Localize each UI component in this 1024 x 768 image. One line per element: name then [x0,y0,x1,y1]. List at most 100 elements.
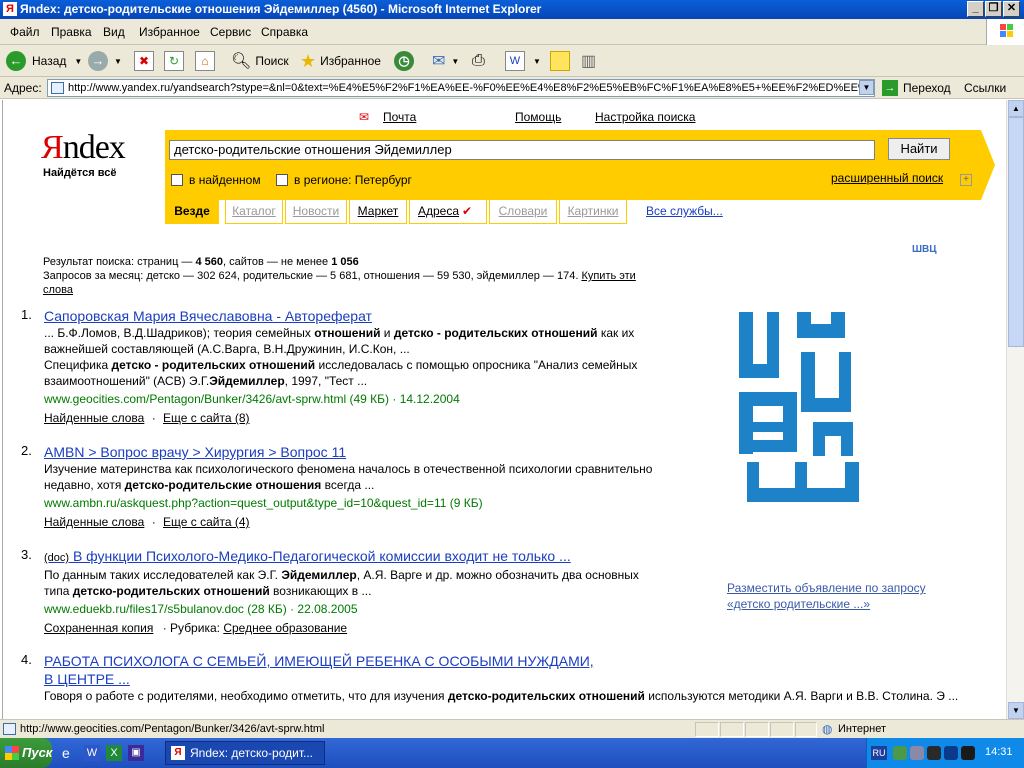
ad-icon: ШВЦ [912,244,937,255]
star-icon: ★ [300,50,317,71]
banner-image[interactable] [739,312,859,502]
doc-badge: (doc) [44,552,70,564]
find-button[interactable]: Найти [888,138,950,160]
found-words-link[interactable]: Найденные слова [44,515,144,529]
slogan: Найдётся всё [43,167,117,179]
print-button[interactable]: ⎙ [472,49,485,73]
result-snippet: Изучение материнства как психологическог… [44,462,653,492]
go-button[interactable]: Переход [903,81,951,95]
go-arrow-icon[interactable]: → [882,80,898,96]
links-button[interactable]: Ссылки [964,81,1006,95]
mail-link[interactable]: Почта [383,110,416,124]
scroll-thumb[interactable] [1008,117,1024,347]
yandex-logo[interactable]: Яndex [41,130,126,166]
maximize-button[interactable]: ❐ [985,1,1002,17]
found-words-link[interactable]: Найденные слова [44,411,144,425]
chevron-down-icon: ▼ [74,56,83,66]
in-found-checkbox[interactable] [171,174,183,186]
favorites-button[interactable]: ★ Избранное [300,49,381,73]
taskbar-ie-window[interactable]: Я Яndex: детско-родит... [165,741,325,765]
result-title-link[interactable]: РАБОТА ПСИХОЛОГА С СЕМЬЕЙ, ИМЕЮЩЕЙ РЕБЕН… [44,652,604,688]
forward-arrow-icon: → [88,51,108,71]
in-region-checkbox[interactable] [276,174,288,186]
advanced-search-link[interactable]: расширенный поиск [831,171,943,185]
status-cell [720,722,744,737]
tray-antivirus-icon[interactable] [927,746,941,760]
research-button[interactable]: ▥ [581,49,596,73]
tab-images[interactable]: Картинки [559,200,627,224]
result-title-link[interactable]: AMBN > Вопрос врачу > Хирургия > Вопрос … [44,443,661,461]
search-panel-arrow [981,130,995,200]
scroll-up-icon[interactable]: ▲ [1008,100,1024,117]
excel-icon[interactable]: X [106,745,122,761]
stats-sites: 1 056 [331,256,359,268]
stop-button[interactable]: ✖ [134,49,154,73]
result-url: www.ambn.ru/askquest.php?action=quest_ou… [44,496,483,510]
back-label: Назад [32,54,67,68]
forward-button[interactable]: → ▼ [88,49,122,73]
tray-bug-icon[interactable] [961,746,975,760]
result-snippet: По данным таких исследователей как Э.Г. … [44,568,639,598]
stats-pages-label: Результат поиска: страниц — [43,256,196,268]
mail-icon: ✉ [432,53,446,70]
more-from-site-link[interactable]: Еще с сайта (4) [163,515,250,529]
result-links: Найденные слова · Еще с сайта (8) [44,410,661,426]
ie-icon[interactable]: e [62,745,78,761]
result-url: www.geocities.com/Pentagon/Bunker/3426/a… [44,392,460,406]
taskbar-task-label: Яndex: детско-родит... [190,746,314,760]
language-indicator[interactable]: RU [871,746,887,760]
start-label: Пуск [22,745,53,760]
menu-file[interactable]: Файл [10,25,40,39]
tray-network-icon[interactable] [893,746,907,760]
menu-edit[interactable]: Правка [51,25,92,39]
title-bar[interactable]: Я Яndex: детско-родительские отношения Э… [0,0,1024,19]
tab-dictionaries[interactable]: Словари [489,200,557,224]
status-cell [795,722,817,737]
back-button[interactable]: ← Назад ▼ [6,49,82,73]
history-button[interactable]: ◷ [394,49,414,73]
result-title-link[interactable]: В функции Психолого-Медико-Педагогическо… [73,548,571,564]
search-button[interactable]: 🔍︎ Поиск [231,49,289,73]
chevron-down-icon: ▼ [114,56,122,66]
in-found-label: в найденном [189,173,261,187]
vertical-scrollbar[interactable]: ▲ ▼ [1006,100,1024,719]
tab-market[interactable]: Маркет [349,200,407,224]
tab-news[interactable]: Новости [285,200,347,224]
menu-favorites[interactable]: Избранное [139,25,200,39]
rubric-link[interactable]: Среднее образование [223,621,347,635]
refresh-button[interactable]: ↻ [164,49,184,73]
plus-icon[interactable]: + [960,174,972,186]
tab-addresses[interactable]: Адреса ✔ [409,200,487,224]
search-input[interactable]: детско-родительские отношения Эйдемиллер [169,140,875,160]
stats-pages: 4 560 [195,256,224,268]
minimize-button[interactable]: _ [967,1,984,17]
tab-everywhere[interactable]: Везде [165,200,219,224]
close-button[interactable]: ✕ [1003,1,1020,17]
menu-help[interactable]: Справка [261,25,308,39]
more-from-site-link[interactable]: Еще с сайта (8) [163,411,250,425]
place-ad-link[interactable]: Разместить объявление по запросу «детско… [727,580,967,612]
search-settings-link[interactable]: Настройка поиска [595,110,695,124]
word-icon[interactable]: W [84,745,100,761]
saved-copy-link[interactable]: Сохраненная копия [44,621,153,635]
mail-button[interactable]: ✉ ▼ [432,49,459,73]
tab-catalog[interactable]: Каталог [225,200,283,224]
mail-icon: ✉ [359,110,370,124]
start-button[interactable]: Пуск [0,738,52,768]
home-button[interactable]: ⌂ [195,49,215,73]
separator: · [151,411,156,425]
menu-view[interactable]: Вид [103,25,125,39]
save-icon[interactable]: ▣ [128,745,144,761]
scroll-down-icon[interactable]: ▼ [1008,702,1024,719]
help-link[interactable]: Помощь [515,110,561,124]
tray-volume-icon[interactable] [910,746,924,760]
address-input[interactable]: http://www.yandex.ru/yandsearch?stype=&n… [47,79,875,97]
all-services-link[interactable]: Все службы... [646,204,723,218]
result-title-link[interactable]: Сапоровская Мария Вячеславовна - Автореф… [44,307,661,325]
tray-app-icon[interactable] [944,746,958,760]
address-dropdown-icon[interactable]: ▼ [859,80,874,95]
menu-tools[interactable]: Сервис [210,25,251,39]
home-icon: ⌂ [195,51,215,71]
discuss-button[interactable] [550,49,570,73]
edit-button[interactable]: W ▼ [505,49,541,73]
